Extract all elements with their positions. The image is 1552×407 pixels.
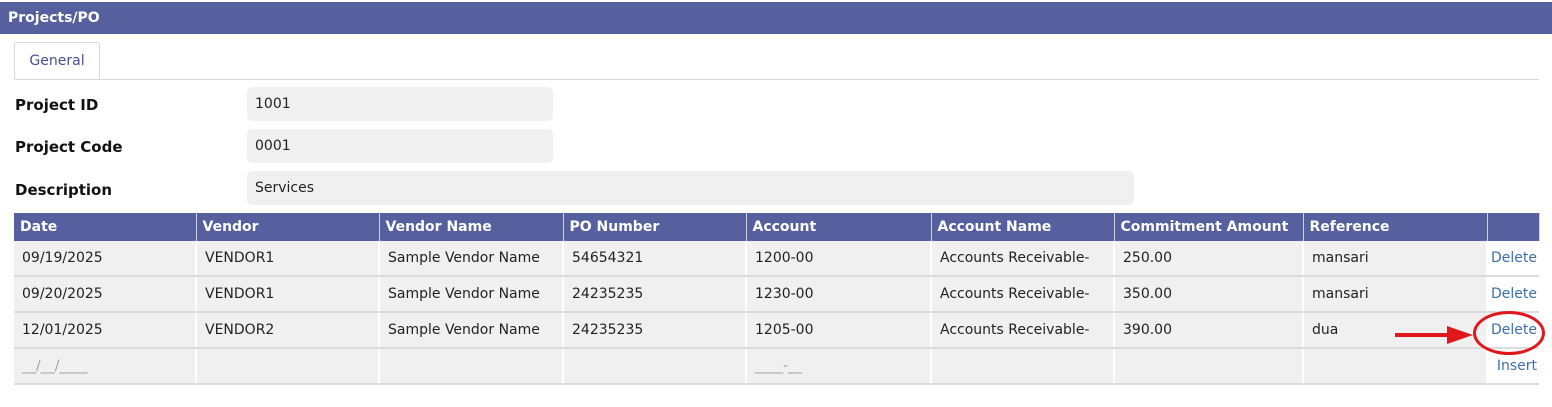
red-circle-highlight: [1473, 311, 1545, 355]
new-row: __/__/____ ____-__ Insert: [14, 348, 1539, 385]
new-commitment-amount-input[interactable]: [1114, 348, 1304, 385]
grid-header-row: Date Vendor Vendor Name PO Number Accoun…: [14, 213, 1540, 241]
cell-account-name[interactable]: Accounts Receivable-: [931, 241, 1115, 277]
cell-commitment-amount[interactable]: 350.00: [1114, 276, 1304, 313]
cell-account-name[interactable]: Accounts Receivable-: [931, 276, 1115, 313]
description-label: Description: [15, 181, 113, 199]
table-row: 12/01/2025 VENDOR2 Sample Vendor Name 24…: [14, 312, 1539, 349]
cell-vendor[interactable]: VENDOR1: [196, 241, 380, 277]
column-header-actions: [1487, 213, 1540, 241]
column-header-date[interactable]: Date: [14, 213, 197, 241]
cell-commitment-amount[interactable]: 390.00: [1114, 312, 1304, 349]
cell-commitment-amount[interactable]: 250.00: [1114, 241, 1304, 277]
column-header-vendor[interactable]: Vendor: [196, 213, 380, 241]
table-row: 09/19/2025 VENDOR1 Sample Vendor Name 54…: [14, 241, 1539, 277]
column-header-vendor-name[interactable]: Vendor Name: [379, 213, 564, 241]
new-reference-input[interactable]: [1303, 348, 1488, 385]
column-header-reference[interactable]: Reference: [1303, 213, 1488, 241]
cell-vendor-name[interactable]: Sample Vendor Name: [379, 276, 564, 313]
column-header-account-name[interactable]: Account Name: [931, 213, 1115, 241]
cell-date[interactable]: 09/20/2025: [14, 276, 197, 313]
red-arrow-icon: [1395, 326, 1473, 344]
cell-vendor-name[interactable]: Sample Vendor Name: [379, 312, 564, 349]
cell-vendor-name[interactable]: Sample Vendor Name: [379, 241, 564, 277]
table-row: 09/20/2025 VENDOR1 Sample Vendor Name 24…: [14, 276, 1539, 313]
cell-vendor[interactable]: VENDOR1: [196, 276, 380, 313]
cell-reference[interactable]: mansari: [1303, 276, 1488, 313]
new-account-input[interactable]: ____-__: [746, 348, 932, 385]
cell-date[interactable]: 09/19/2025: [14, 241, 197, 277]
cell-account[interactable]: 1200-00: [746, 241, 932, 277]
cell-po-number[interactable]: 24235235: [563, 312, 747, 349]
column-header-po-number[interactable]: PO Number: [563, 213, 747, 241]
tab-strip: General: [14, 42, 1539, 80]
project-id-label: Project ID: [15, 96, 99, 114]
cell-po-number[interactable]: 24235235: [563, 276, 747, 313]
po-grid: Date Vendor Vendor Name PO Number Accoun…: [14, 213, 1540, 385]
cell-account[interactable]: 1230-00: [746, 276, 932, 313]
new-po-number-input[interactable]: [563, 348, 747, 385]
cell-date[interactable]: 12/01/2025: [14, 312, 197, 349]
cell-vendor[interactable]: VENDOR2: [196, 312, 380, 349]
delete-link[interactable]: Delete: [1491, 250, 1537, 266]
insert-link[interactable]: Insert: [1497, 358, 1537, 374]
column-header-account[interactable]: Account: [746, 213, 932, 241]
tab-general[interactable]: General: [14, 42, 100, 79]
new-account-name-input[interactable]: [931, 348, 1115, 385]
new-date-input[interactable]: __/__/____: [14, 348, 197, 385]
window-title: Projects/PO: [0, 2, 1552, 34]
cell-reference[interactable]: mansari: [1303, 241, 1488, 277]
delete-link[interactable]: Delete: [1491, 286, 1537, 302]
cell-po-number[interactable]: 54654321: [563, 241, 747, 277]
cell-account[interactable]: 1205-00: [746, 312, 932, 349]
description-field[interactable]: [247, 171, 1134, 205]
project-id-field[interactable]: [247, 87, 553, 121]
project-code-field[interactable]: [247, 129, 553, 163]
cell-account-name[interactable]: Accounts Receivable-: [931, 312, 1115, 349]
new-vendor-name-input[interactable]: [379, 348, 564, 385]
project-code-label: Project Code: [15, 138, 123, 156]
column-header-commitment-amount[interactable]: Commitment Amount: [1114, 213, 1304, 241]
new-vendor-input[interactable]: [196, 348, 380, 385]
